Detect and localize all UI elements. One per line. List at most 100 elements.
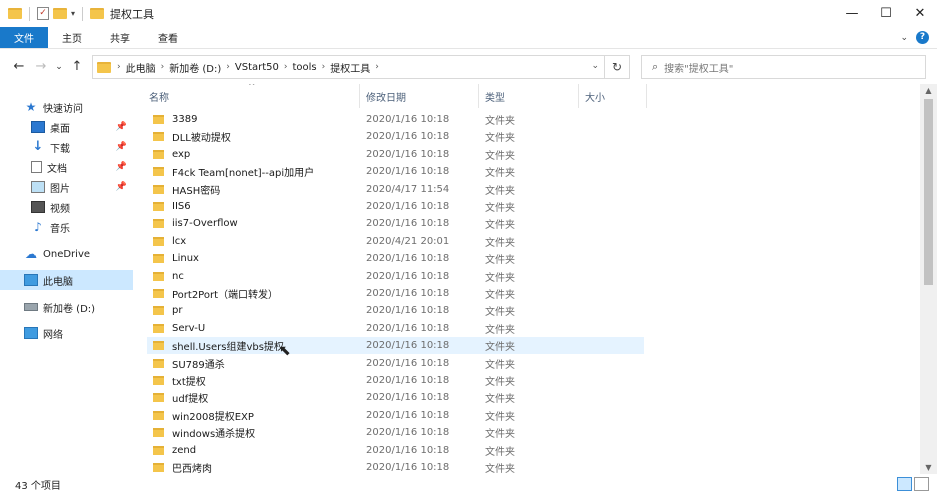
breadcrumb-tools[interactable]: tools: [293, 62, 317, 73]
computer-icon: [24, 274, 38, 286]
forward-button[interactable]: →: [30, 59, 52, 74]
table-row[interactable]: IIS6 2020/1/16 10:18 文件夹: [147, 198, 644, 215]
details-view-icon[interactable]: [897, 477, 912, 491]
column-header-type[interactable]: 类型: [479, 84, 579, 108]
folder-icon: [153, 358, 164, 368]
table-row[interactable]: SU789通杀 2020/1/16 10:18 文件夹: [147, 355, 644, 372]
table-row[interactable]: 3389 2020/1/16 10:18 文件夹: [147, 111, 644, 128]
breadcrumb-separator[interactable]: ›: [226, 62, 230, 72]
breadcrumb-separator[interactable]: ›: [375, 62, 379, 72]
ribbon-tabs: 文件 主页 共享 查看 ⌄ ?: [0, 27, 937, 48]
table-row[interactable]: zend 2020/1/16 10:18 文件夹: [147, 442, 644, 459]
file-name: DLL被动提权: [172, 133, 231, 145]
table-row[interactable]: txt提权 2020/1/16 10:18 文件夹: [147, 372, 644, 389]
new-folder-icon[interactable]: [53, 8, 67, 19]
maximize-button[interactable]: ☐: [869, 0, 903, 27]
address-history-chevron-icon[interactable]: ⌄: [591, 61, 599, 71]
network-icon: [24, 327, 38, 339]
sidebar-item-network[interactable]: 网络: [0, 323, 133, 343]
sidebar-item-label: 网络: [43, 329, 63, 341]
breadcrumb-current-folder[interactable]: 提权工具: [330, 60, 370, 75]
table-row[interactable]: udf提权 2020/1/16 10:18 文件夹: [147, 389, 644, 406]
pin-icon: 📌: [115, 162, 127, 172]
sidebar-item-label: 图片: [50, 183, 70, 195]
sidebar-item-quick-access[interactable]: ★ 快速访问: [0, 97, 133, 117]
scroll-up-icon[interactable]: ▲: [920, 86, 937, 95]
breadcrumb-separator[interactable]: ›: [322, 62, 326, 72]
help-icon[interactable]: ?: [916, 31, 929, 44]
large-icons-view-icon[interactable]: [914, 477, 929, 491]
table-row[interactable]: exp 2020/1/16 10:18 文件夹: [147, 146, 644, 163]
view-toggle: [897, 477, 929, 491]
breadcrumb-vstart50[interactable]: VStart50: [235, 62, 279, 73]
table-row[interactable]: nc 2020/1/16 10:18 文件夹: [147, 268, 644, 285]
file-date: 2020/1/16 10:18: [366, 270, 450, 282]
folder-icon: [153, 115, 164, 124]
sidebar-item-this-pc[interactable]: 此电脑: [0, 270, 133, 290]
folder-icon: [153, 132, 164, 142]
file-type: 文件夹: [485, 464, 515, 474]
tab-file[interactable]: 文件: [0, 27, 48, 48]
table-row[interactable]: Linux 2020/1/16 10:18 文件夹: [147, 250, 644, 267]
minimize-button[interactable]: —: [835, 0, 869, 27]
search-input[interactable]: ⌕ 搜索"提权工具": [641, 55, 926, 79]
sidebar-item-music[interactable]: ♪ 音乐: [0, 217, 133, 237]
table-row[interactable]: 巴西烤肉 2020/1/16 10:18 文件夹: [147, 459, 644, 474]
sidebar-item-drive-d[interactable]: 新加卷 (D:): [0, 297, 133, 317]
file-date: 2020/1/16 10:18: [366, 114, 450, 125]
folder-icon: [153, 149, 164, 159]
table-row[interactable]: DLL被动提权 2020/1/16 10:18 文件夹: [147, 128, 644, 145]
breadcrumb-separator[interactable]: ›: [284, 62, 288, 72]
breadcrumb-separator[interactable]: ›: [161, 62, 165, 72]
back-button[interactable]: ←: [8, 59, 30, 74]
breadcrumb-drive-d[interactable]: 新加卷 (D:): [169, 60, 221, 75]
table-row[interactable]: iis7-Overflow 2020/1/16 10:18 文件夹: [147, 215, 644, 232]
close-button[interactable]: ✕: [903, 0, 937, 27]
column-header-name[interactable]: 名称: [143, 84, 360, 108]
table-row[interactable]: lcx 2020/4/21 20:01 文件夹: [147, 233, 644, 250]
file-name: SU789通杀: [172, 359, 225, 371]
file-date: 2020/1/16 10:18: [366, 201, 450, 212]
folder-icon: [153, 393, 164, 403]
tab-view[interactable]: 查看: [144, 27, 192, 48]
table-row[interactable]: F4ck Team[nonet]--api加用户 2020/1/16 10:18 文…: [147, 163, 644, 180]
breadcrumb-separator[interactable]: ›: [117, 62, 121, 72]
sidebar-item-videos[interactable]: 视频: [0, 197, 133, 217]
recent-locations-chevron-icon[interactable]: ⌄: [52, 62, 66, 72]
file-date: 2020/1/16 10:18: [366, 375, 450, 386]
sidebar-item-pictures[interactable]: 图片 📌: [0, 177, 133, 197]
sidebar-item-desktop[interactable]: 桌面 📌: [0, 117, 133, 137]
up-button[interactable]: ↑: [66, 59, 88, 74]
table-row[interactable]: shell.Users组建vbs提权 2020/1/16 10:18 文件夹: [147, 337, 644, 355]
table-row[interactable]: Serv-U 2020/1/16 10:18 文件夹: [147, 320, 644, 337]
search-placeholder: 搜索"提权工具": [664, 63, 734, 75]
customize-toolbar-chevron-icon[interactable]: ▾: [71, 9, 75, 18]
tab-share[interactable]: 共享: [96, 27, 144, 48]
refresh-button[interactable]: ↻: [604, 56, 629, 78]
tab-home[interactable]: 主页: [48, 27, 96, 48]
table-row[interactable]: windows通杀提权 2020/1/16 10:18 文件夹: [147, 424, 644, 441]
expand-ribbon-chevron-icon[interactable]: ⌄: [900, 33, 908, 43]
scroll-down-icon[interactable]: ▼: [920, 463, 937, 472]
column-header-date[interactable]: 修改日期: [360, 84, 479, 108]
table-row[interactable]: Port2Port（端口转发） 2020/1/16 10:18 文件夹: [147, 285, 644, 302]
sidebar-item-documents[interactable]: 文档 📌: [0, 157, 133, 177]
file-type: 文件夹: [485, 220, 515, 232]
sidebar-item-onedrive[interactable]: ☁ OneDrive: [0, 244, 133, 264]
window-folder-icon: [90, 8, 105, 19]
table-row[interactable]: pr 2020/1/16 10:18 文件夹: [147, 302, 644, 319]
file-date: 2020/4/21 20:01: [366, 235, 450, 247]
breadcrumb-this-pc[interactable]: 此电脑: [126, 60, 156, 75]
vertical-scrollbar[interactable]: ▲ ▼: [920, 84, 937, 474]
address-bar[interactable]: › 此电脑 › 新加卷 (D:) › VStart50 › tools › 提权…: [92, 55, 630, 79]
table-row[interactable]: win2008提权EXP 2020/1/16 10:18 文件夹: [147, 407, 644, 424]
folder-icon: [153, 306, 164, 316]
table-row[interactable]: HASH密码 2020/4/17 11:54 文件夹: [147, 181, 644, 198]
sidebar-item-label: OneDrive: [43, 248, 91, 260]
column-header-size[interactable]: 大小: [579, 84, 647, 108]
sidebar-item-downloads[interactable]: ↓ 下载 📌: [0, 137, 133, 157]
scrollbar-thumb[interactable]: [924, 99, 933, 285]
file-date: 2020/1/16 10:18: [366, 218, 450, 230]
properties-icon[interactable]: ✓: [37, 7, 49, 20]
file-name: 3389: [172, 114, 198, 125]
